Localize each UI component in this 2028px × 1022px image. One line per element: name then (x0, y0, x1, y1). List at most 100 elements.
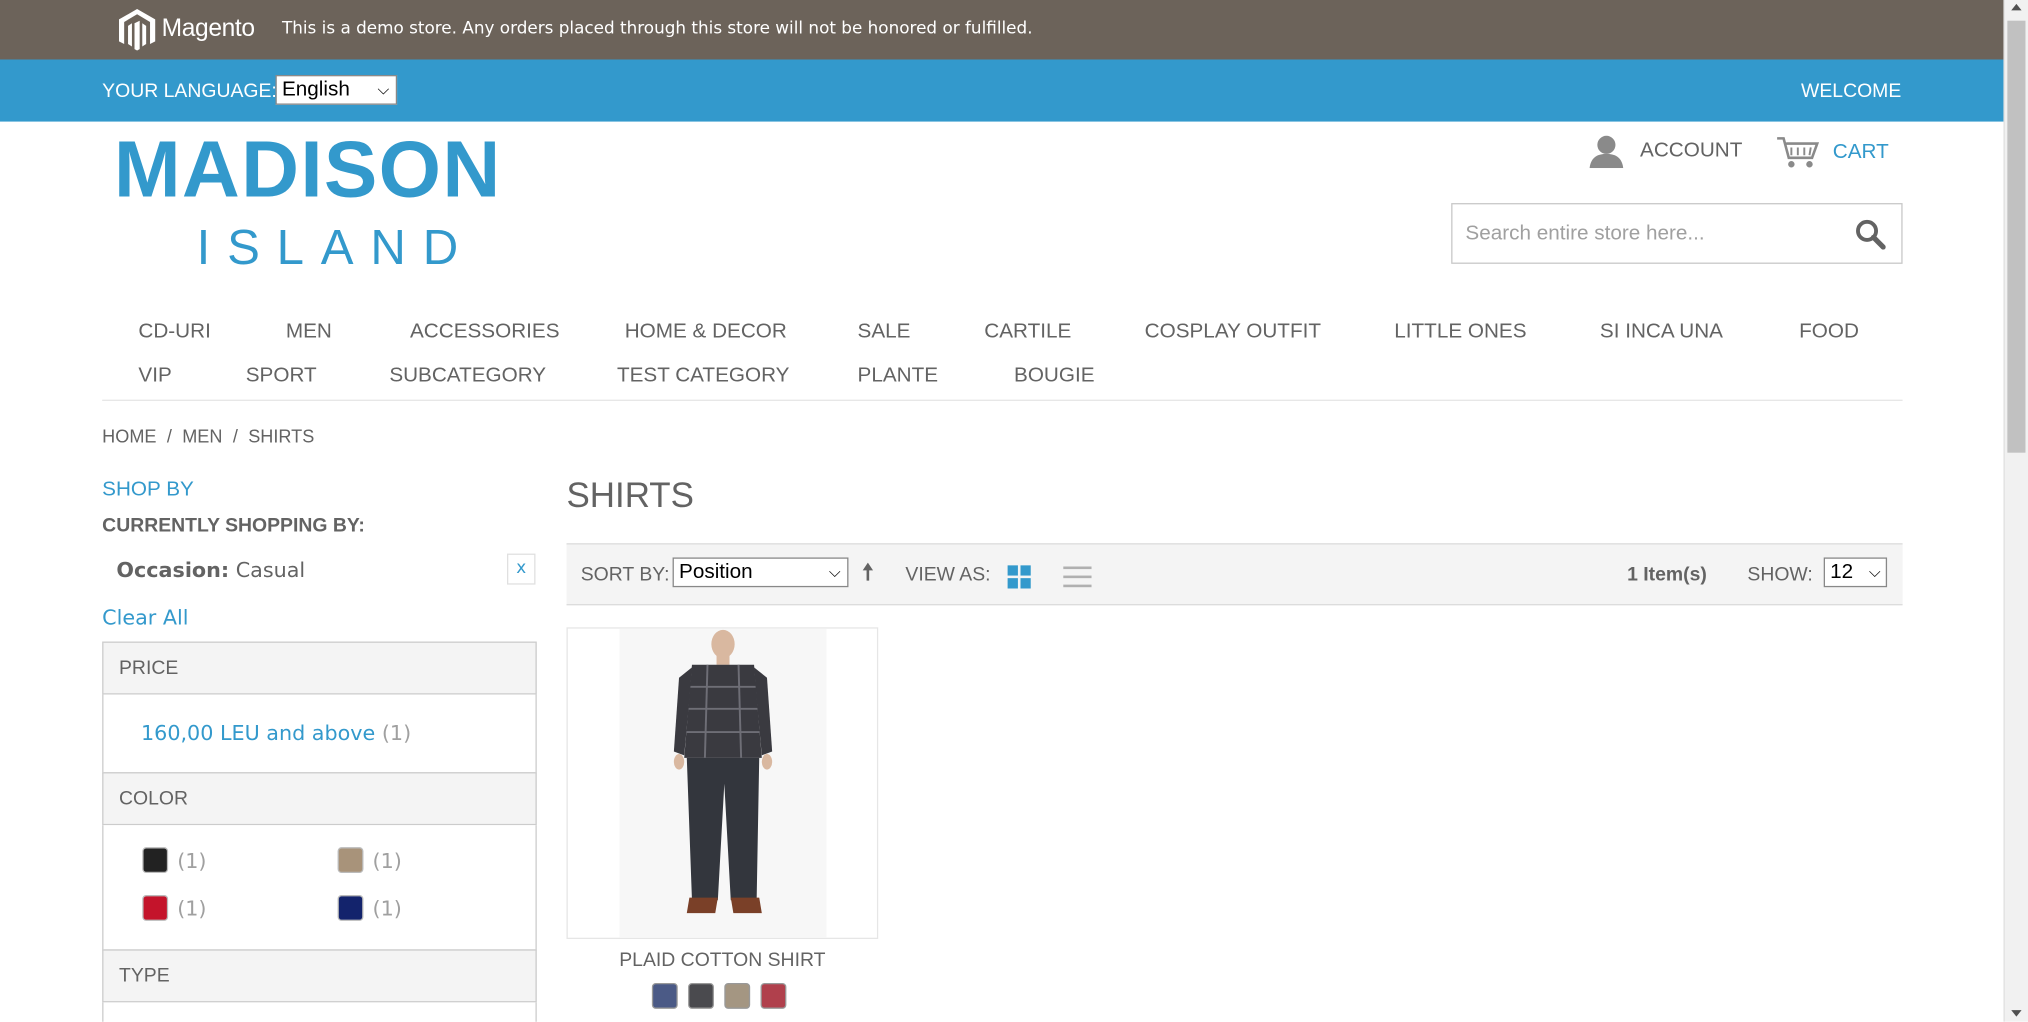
store-logo-line2: ISLAND (196, 221, 476, 276)
color-option-count: (1) (177, 847, 207, 873)
product-swatch-blue-plaid[interactable] (651, 982, 678, 1009)
product-name[interactable]: PLAID COTTON SHIRT (567, 949, 879, 971)
product-item: PLAID COTTON SHIRT (566, 627, 879, 1009)
cart-label: CART (1832, 140, 1889, 163)
color-option-taupe[interactable]: (1) (337, 847, 402, 874)
search-icon[interactable] (1855, 219, 1886, 250)
chevron-down-icon: ⌵ (828, 562, 841, 581)
price-option-label: 160,00 LEU and above (140, 720, 376, 745)
nav-item-cd-uri[interactable]: CD-URI (138, 321, 210, 344)
nav-item-vip[interactable]: VIP (138, 365, 171, 388)
price-filter-option[interactable]: 160,00 LEU and above (1) (141, 720, 411, 745)
shop-by-heading: SHOP BY (102, 478, 194, 501)
search-placeholder: Search entire store here... (1465, 222, 1705, 245)
language-select[interactable]: English ⌵ (275, 75, 398, 105)
items-count: 1 Item(s) (1627, 563, 1707, 586)
breadcrumb: HOME / MEN / SHIRTS (102, 426, 314, 447)
account-link[interactable]: ACCOUNT (1588, 135, 1742, 169)
magento-logo-text: Magento (161, 15, 255, 43)
color-option-red[interactable]: (1) (142, 895, 207, 921)
sort-by-select[interactable]: Position ⌵ (672, 557, 849, 588)
product-image[interactable] (566, 627, 879, 940)
nav-item-cosplay-outfit[interactable]: COSPLAY OUTFIT (1145, 321, 1321, 344)
demo-notice-text: This is a demo store. Any orders placed … (281, 19, 1033, 39)
product-swatch-khaki-plaid[interactable] (724, 982, 751, 1009)
nav-item-sport[interactable]: SPORT (246, 365, 317, 388)
color-swatch-red (142, 895, 169, 921)
product-swatches (651, 982, 797, 1009)
sort-by-label: SORT BY: (580, 563, 670, 586)
color-option-count: (1) (177, 895, 207, 921)
clear-all-link[interactable]: Clear All (102, 605, 188, 630)
grid-view-icon[interactable] (1007, 565, 1031, 593)
cart-link[interactable]: CART (1776, 135, 1889, 171)
active-filter-name: Occasion: (116, 557, 230, 583)
nav-item-subcategory[interactable]: SUBCATEGORY (389, 365, 546, 388)
nav-item-cartile[interactable]: CARTILE (984, 321, 1071, 344)
type-filter-body (102, 1002, 537, 1022)
nav-item-little-ones[interactable]: LITTLE ONES (1394, 321, 1526, 344)
nav-item-accessories[interactable]: ACCESSORIES (410, 321, 560, 344)
store-logo[interactable]: MADISON ISLAND (113, 125, 528, 276)
sort-direction-arrow-icon[interactable] (861, 562, 874, 588)
page: Magento This is a demo store. Any orders… (0, 0, 2028, 1022)
nav-item-bougie[interactable]: BOUGIE (1014, 365, 1094, 388)
language-select-value: English (281, 78, 350, 101)
product-swatch-red-plaid[interactable] (760, 982, 787, 1009)
product-photo (619, 628, 827, 938)
active-filter-value: Casual (235, 557, 306, 583)
page-title: SHIRTS (566, 475, 694, 515)
breadcrumb-shirts: SHIRTS (248, 425, 315, 447)
magento-logo: Magento (116, 8, 255, 52)
active-filter: Occasion: Casual (116, 557, 305, 582)
color-option-count: (1) (372, 847, 402, 873)
search-input[interactable]: Search entire store here... (1451, 203, 1903, 264)
store-logo-line1: MADISON (113, 125, 502, 215)
language-bar: YOUR LANGUAGE: English ⌵ WELCOME (0, 59, 2004, 122)
chevron-down-icon: ⌵ (1868, 562, 1881, 581)
type-filter-heading[interactable]: TYPE (102, 949, 537, 1003)
sort-by-value: Position (679, 561, 753, 584)
color-swatch-taupe (337, 847, 364, 874)
limiter-select[interactable]: 12 ⌵ (1823, 557, 1888, 588)
magento-logo-icon (118, 9, 156, 51)
products-toolbar: SORT BY: Position ⌵ VIEW AS: 1 Item(s) S… (566, 543, 1903, 606)
nav-item-test-category[interactable]: TEST CATEGORY (617, 365, 789, 388)
nav-item-food[interactable]: FOOD (1799, 321, 1859, 344)
demo-notice-bar: Magento This is a demo store. Any orders… (0, 0, 2004, 60)
nav-item-men[interactable]: MEN (286, 321, 332, 344)
price-filter-heading[interactable]: PRICE (102, 641, 537, 695)
user-icon (1589, 135, 1624, 169)
color-swatch-navy (337, 895, 364, 921)
scroll-up-arrow-icon[interactable] (2011, 3, 2022, 11)
view-as-label: VIEW AS: (905, 563, 991, 586)
list-view-icon[interactable] (1063, 565, 1092, 593)
scroll-down-arrow-icon[interactable] (2011, 1010, 2022, 1017)
page-scrollbar[interactable] (2003, 0, 2028, 1022)
breadcrumb-men[interactable]: MEN (182, 426, 222, 447)
color-filter-body: (1) (1) (1) (1) (102, 825, 537, 951)
chevron-down-icon: ⌵ (377, 80, 390, 99)
nav-item-sale[interactable]: SALE (858, 321, 911, 344)
currently-shopping-by-heading: CURRENTLY SHOPPING BY: (102, 514, 365, 537)
scrollbar-thumb[interactable] (2007, 20, 2026, 453)
main-navigation: CD-URI MEN ACCESSORIES HOME & DECOR SALE… (102, 310, 1903, 401)
color-option-navy[interactable]: (1) (337, 895, 402, 921)
color-filter-heading[interactable]: COLOR (102, 772, 537, 826)
cart-icon (1777, 137, 1820, 168)
color-swatch-black (142, 847, 169, 874)
breadcrumb-separator: / (232, 425, 238, 447)
remove-filter-button[interactable]: x (507, 553, 536, 585)
product-swatch-charcoal-plaid[interactable] (688, 982, 714, 1009)
nav-item-si-inca-una[interactable]: SI INCA UNA (1600, 321, 1723, 344)
nav-item-home-decor[interactable]: HOME & DECOR (625, 321, 787, 344)
price-option-count: (1) (381, 720, 412, 745)
welcome-message: WELCOME (1801, 80, 1902, 103)
limiter-value: 12 (1830, 561, 1854, 584)
language-label: YOUR LANGUAGE: (102, 80, 277, 103)
color-option-black[interactable]: (1) (142, 847, 207, 874)
price-filter-body: 160,00 LEU and above (1) (102, 694, 537, 774)
account-label: ACCOUNT (1640, 139, 1743, 162)
breadcrumb-home[interactable]: HOME (102, 426, 156, 447)
nav-item-plante[interactable]: PLANTE (858, 365, 939, 388)
